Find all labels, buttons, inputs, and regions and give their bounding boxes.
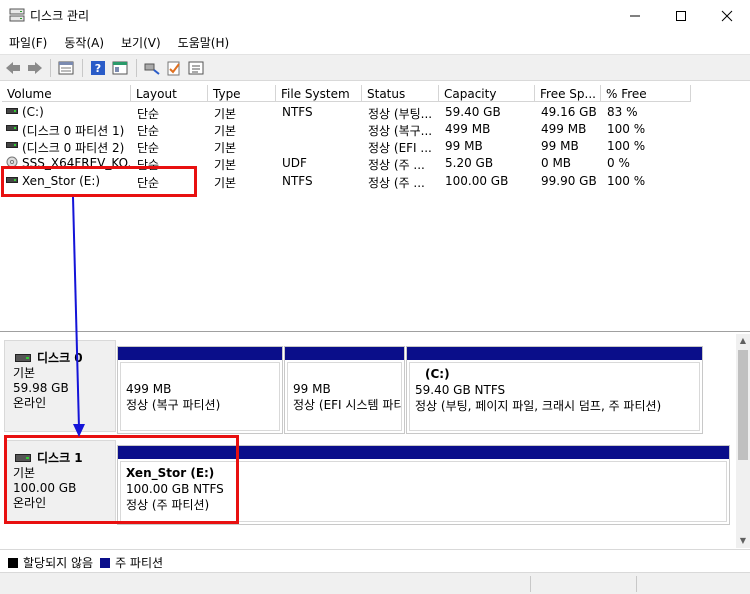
annotation-arrow — [72, 196, 85, 437]
